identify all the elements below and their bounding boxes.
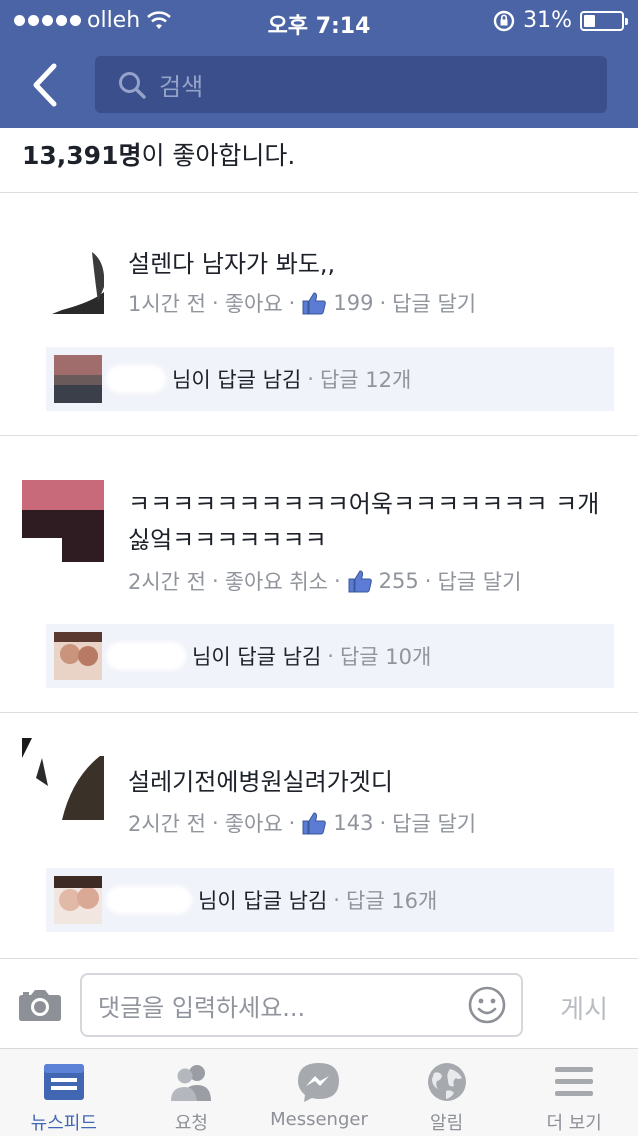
like-count: 143 — [333, 811, 374, 835]
reply-count: 답글 12개 — [319, 368, 412, 392]
commenter-avatar[interactable] — [22, 480, 104, 562]
rotation-lock-icon — [493, 10, 515, 31]
thumbs-up-icon — [302, 812, 327, 835]
tab-notifications[interactable]: 알림 — [383, 1049, 511, 1136]
divider — [0, 192, 638, 193]
thumbs-up-icon — [348, 570, 372, 593]
redacted-name — [106, 365, 166, 393]
reply-avatar — [54, 632, 102, 680]
tab-label: Messenger — [270, 1109, 368, 1130]
unlike-link[interactable]: 좋아요 취소 — [225, 566, 328, 596]
comment-text: 설렌다 남자가 봐도,, — [128, 250, 336, 278]
comment-input-placeholder: 댓글을 입력하세요... — [98, 993, 306, 1022]
divider — [0, 435, 638, 436]
thumbs-up-icon — [302, 292, 327, 315]
friend-requests-icon — [171, 1065, 212, 1101]
reply-count: 답글 16개 — [345, 889, 438, 913]
reply-link[interactable]: 답글 달기 — [437, 566, 521, 596]
comment-meta: 2시간 전 · 좋아요 취소 · 255 · 답글 달기 — [128, 566, 521, 596]
battery-icon — [580, 10, 628, 31]
redacted-name — [106, 642, 186, 670]
notifications-globe-icon — [427, 1063, 466, 1101]
comment-meta: 1시간 전 · 좋아요 · 199 · 답글 달기 — [128, 288, 476, 318]
reply-summary[interactable]: 님이 답글 남김 · 답글 16개 — [46, 868, 614, 932]
reply-count: 답글 10개 — [339, 645, 432, 669]
comment-composer: 댓글을 입력하세요... 게시 — [0, 958, 638, 1048]
search-icon — [119, 71, 146, 99]
status-bar: olleh 오후 7:14 31% — [0, 0, 638, 42]
like-link[interactable]: 좋아요 — [225, 808, 283, 838]
tab-bar: 뉴스피드 요청 Messenger 알림 더 보기 — [0, 1048, 638, 1136]
redacted-name — [106, 886, 192, 914]
tab-label: 알림 — [430, 1113, 464, 1134]
reply-link[interactable]: 답글 달기 — [392, 808, 476, 838]
tab-news-feed[interactable]: 뉴스피드 — [0, 1049, 128, 1136]
messenger-icon — [297, 1063, 339, 1102]
tab-friend-requests[interactable]: 요청 — [128, 1049, 256, 1136]
like-count: 199 — [333, 291, 374, 315]
search-bar[interactable]: 검색 — [95, 56, 607, 113]
comment-text: 설레기전에병원실려가겟디 — [128, 768, 393, 796]
camera-icon[interactable] — [18, 987, 62, 1023]
battery-percent: 31% — [523, 8, 572, 33]
more-menu-icon — [555, 1067, 594, 1096]
comment-time: 2시간 전 — [128, 812, 206, 836]
comment-text: ㅋㅋㅋㅋㅋㅋㅋㅋㅋㅋ어욱ㅋㅋㅋㅋㅋㅋㅋ ㅋ개싫엌ㅋㅋㅋㅋㅋㅋㅋ — [128, 490, 600, 554]
comment-time: 2시간 전 — [128, 570, 206, 594]
reply-avatar — [54, 355, 102, 403]
post-button[interactable]: 게시 — [560, 989, 608, 1026]
back-chevron-icon[interactable] — [26, 60, 66, 110]
tab-label: 요청 — [174, 1113, 208, 1134]
divider — [0, 712, 638, 713]
likes-summary[interactable]: 13,391명이 좋아합니다. — [22, 136, 295, 172]
like-link[interactable]: 좋아요 — [225, 288, 283, 318]
reply-avatar — [54, 876, 102, 924]
commenter-avatar[interactable] — [22, 738, 104, 820]
emoji-icon[interactable] — [467, 985, 507, 1025]
commenter-avatar[interactable] — [22, 232, 104, 314]
reply-link[interactable]: 답글 달기 — [392, 288, 476, 318]
tab-label: 더 보기 — [546, 1113, 602, 1134]
tab-messenger[interactable]: Messenger — [255, 1049, 383, 1136]
tab-label: 뉴스피드 — [30, 1113, 97, 1134]
reply-summary-text: 님이 답글 남김 — [198, 889, 328, 913]
reply-summary-text: 님이 답글 남김 — [192, 645, 322, 669]
reply-summary[interactable]: 님이 답글 남김 · 답글 10개 — [46, 624, 614, 688]
like-count: 255 — [378, 569, 419, 593]
news-feed-icon — [43, 1064, 84, 1100]
likes-suffix: 이 좋아합니다. — [141, 141, 296, 170]
comment-meta: 2시간 전 · 좋아요 · 143 · 답글 달기 — [128, 808, 476, 838]
comment-time: 1시간 전 — [128, 292, 206, 316]
comment-input[interactable]: 댓글을 입력하세요... — [80, 973, 523, 1037]
reply-summary-text: 님이 답글 남김 — [172, 368, 302, 392]
top-bar: olleh 오후 7:14 31% 검색 — [0, 0, 638, 128]
tab-more[interactable]: 더 보기 — [510, 1049, 638, 1136]
reply-summary[interactable]: 님이 답글 남김 · 답글 12개 — [46, 347, 614, 411]
likes-count: 13,391명 — [22, 141, 142, 170]
search-placeholder: 검색 — [159, 73, 204, 101]
